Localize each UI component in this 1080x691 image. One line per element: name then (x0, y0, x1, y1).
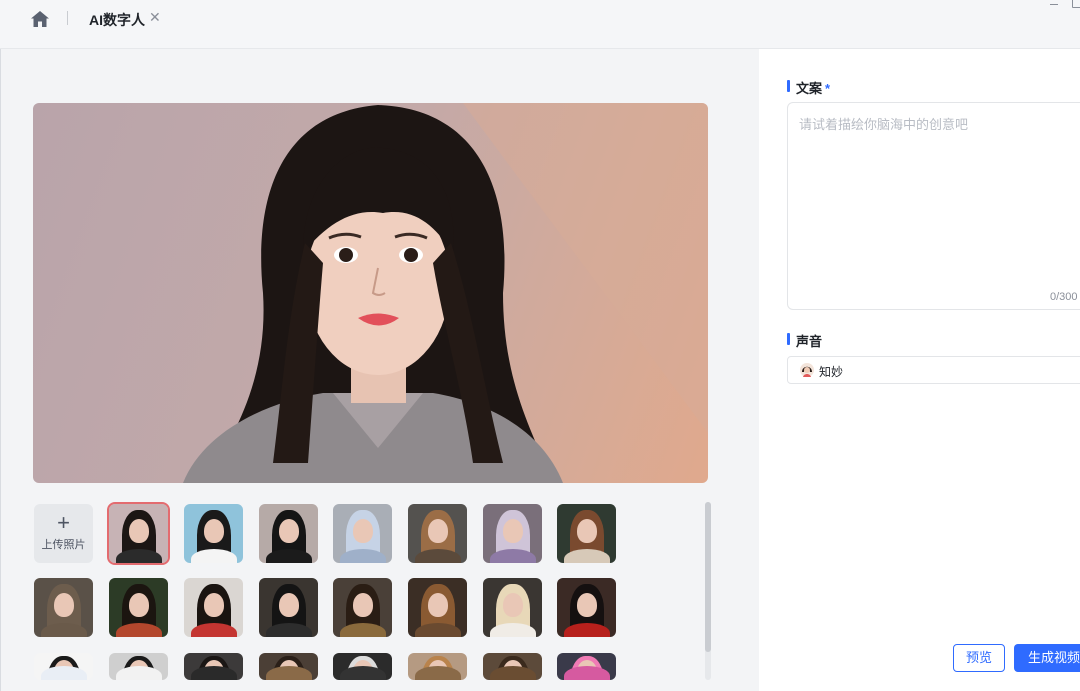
voice-section-title: 声音 (796, 334, 823, 349)
avatar-thumbnail[interactable] (259, 504, 318, 563)
copy-placeholder: 请试着描绘你脑海中的创意吧 (799, 117, 969, 132)
upload-photo-label: 上传照片 (41, 539, 86, 551)
home-icon[interactable] (30, 10, 50, 28)
avatar-thumbnail[interactable] (408, 578, 467, 637)
avatar-thumbnail[interactable] (259, 578, 318, 637)
copy-textarea[interactable]: 请试着描绘你脑海中的创意吧 (787, 102, 1080, 310)
upload-photo-button[interactable]: + 上传照片 (34, 504, 93, 563)
copy-section-title: 文案 * (796, 78, 830, 97)
avatar-thumbnail[interactable] (259, 653, 318, 680)
tab-divider (67, 11, 68, 25)
avatar-preview (33, 103, 708, 483)
preview-button[interactable]: 预览 (953, 644, 1005, 672)
voice-selected-name: 知妙 (819, 365, 844, 379)
avatar-thumbnail[interactable] (34, 578, 93, 637)
required-mark: * (825, 81, 831, 96)
avatar-thumbnail[interactable] (408, 504, 467, 563)
close-icon[interactable]: ✕ (149, 9, 161, 26)
voice-select[interactable]: 知妙 (787, 356, 1080, 384)
avatar-thumbnail[interactable] (483, 653, 542, 680)
avatar-thumbnail[interactable] (557, 653, 616, 680)
avatar-thumbnail[interactable] (408, 653, 467, 680)
avatar-thumbnail[interactable] (184, 504, 243, 563)
avatar-thumbnail[interactable] (333, 504, 392, 563)
avatar-thumbnail[interactable] (483, 504, 542, 563)
tab-title[interactable]: AI数字人 (89, 10, 145, 30)
copy-label: 文案 (796, 81, 823, 96)
avatar-preview-image (183, 103, 708, 483)
window-minimize-icon[interactable] (1050, 4, 1058, 5)
avatar-thumbnail[interactable] (557, 504, 616, 563)
avatar-thumbnail[interactable] (34, 653, 93, 680)
window-maximize-icon[interactable] (1072, 0, 1080, 8)
avatar-thumbnail[interactable] (109, 578, 168, 637)
avatar-thumbnail[interactable] (109, 653, 168, 680)
copy-section-marker (787, 80, 790, 92)
voice-section-marker (787, 333, 790, 345)
avatar-thumbnail[interactable] (483, 578, 542, 637)
avatar-thumbnail[interactable] (184, 653, 243, 680)
avatar-thumbnail[interactable] (107, 502, 170, 565)
avatar-thumbnail[interactable] (557, 578, 616, 637)
avatar-thumbnail[interactable] (184, 578, 243, 637)
gallery-scrollbar[interactable] (705, 502, 711, 652)
plus-icon: + (57, 510, 70, 535)
avatar-thumbnail[interactable] (333, 578, 392, 637)
avatar-thumbnail[interactable] (333, 653, 392, 680)
generate-video-button[interactable]: 生成视频 (1014, 644, 1080, 672)
copy-char-counter: 0/300 (1050, 291, 1078, 303)
voice-avatar-icon (800, 363, 814, 377)
tab-bar: AI数字人 ✕ (0, 0, 1080, 49)
